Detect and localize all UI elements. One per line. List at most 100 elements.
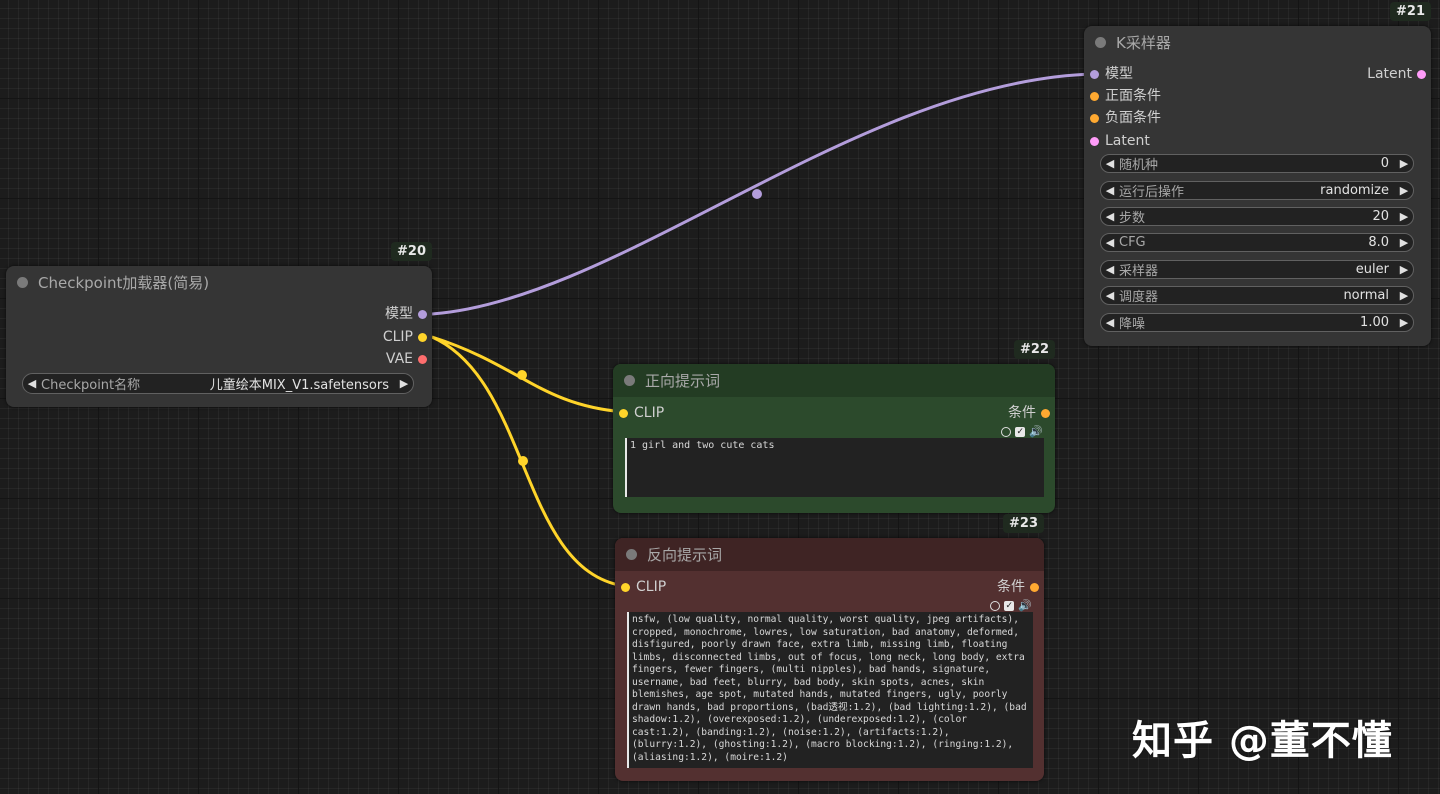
- link-clip-negative: [431, 335, 625, 588]
- denoise-number-widget[interactable]: ◀ 降噪 1.00 ▶: [1100, 313, 1414, 332]
- collapse-dot-icon[interactable]: [624, 375, 635, 386]
- widget-label: 运行后操作: [1119, 185, 1185, 200]
- positive-prompt-node[interactable]: #22 正向提示词 CLIP 条件 ✓ 🔊 1 girl and two cut…: [613, 340, 1055, 513]
- widget-label: 采样器: [1119, 264, 1159, 279]
- negative-prompt-node[interactable]: #23 反向提示词 CLIP 条件 ✓ 🔊 nsfw, (low quality…: [615, 514, 1044, 781]
- output-slot-conditioning[interactable]: 条件: [997, 579, 1044, 595]
- output-slot-conditioning[interactable]: 条件: [1008, 405, 1055, 421]
- input-slot-model[interactable]: 模型: [1084, 66, 1133, 82]
- arrow-left-icon[interactable]: ◀: [1101, 263, 1119, 276]
- node-title-bar[interactable]: Checkpoint加载器(简易): [6, 266, 432, 298]
- input-slot-positive[interactable]: 正面条件: [1084, 88, 1161, 104]
- input-slot-negative[interactable]: 负面条件: [1084, 110, 1161, 126]
- decrement-arrow-icon[interactable]: ◀: [1101, 210, 1119, 223]
- conditioning-slot-dot-icon[interactable]: [1090, 92, 1099, 101]
- speaker-icon[interactable]: 🔊: [1018, 599, 1032, 612]
- decrement-arrow-icon[interactable]: ◀: [1101, 316, 1119, 329]
- model-slot-dot-icon[interactable]: [418, 310, 427, 319]
- negative-prompt-textarea[interactable]: nsfw, (low quality, normal quality, wors…: [627, 612, 1033, 768]
- text-widget-controls: ✓ 🔊: [1001, 425, 1043, 438]
- slot-label: 模型: [1105, 66, 1133, 82]
- checkbox-icon[interactable]: ✓: [1004, 600, 1015, 611]
- sampler-combo[interactable]: ◀ 采样器 euler ▶: [1100, 260, 1414, 279]
- conditioning-slot-dot-icon[interactable]: [1030, 583, 1039, 592]
- increment-arrow-icon[interactable]: ▶: [1395, 236, 1413, 249]
- node-title-bar[interactable]: 反向提示词: [615, 538, 1044, 571]
- slot-label: 模型: [385, 306, 413, 322]
- collapse-dot-icon[interactable]: [17, 276, 28, 288]
- input-slot-latent[interactable]: Latent: [1084, 133, 1150, 149]
- link-clip-positive: [431, 335, 625, 414]
- control-after-generate-combo[interactable]: ◀ 运行后操作 randomize ▶: [1100, 181, 1414, 200]
- node-title: Checkpoint加载器(简易): [38, 273, 210, 292]
- checkpoint-loader-node[interactable]: #20 Checkpoint加载器(简易) 模型 CLIP VAE ◀ Chec…: [6, 242, 432, 407]
- latent-slot-dot-icon[interactable]: [1417, 70, 1426, 79]
- widget-value: normal: [1343, 288, 1389, 303]
- decrement-arrow-icon[interactable]: ◀: [1101, 157, 1119, 170]
- widget-value: randomize: [1320, 183, 1389, 198]
- widget-label: 步数: [1119, 211, 1146, 226]
- link-clip-negative-midpoint: [518, 456, 528, 466]
- node-id-badge: #23: [1003, 514, 1044, 533]
- seed-number-widget[interactable]: ◀ 随机种 0 ▶: [1100, 154, 1414, 173]
- node-title: 正向提示词: [645, 372, 721, 390]
- text-widget-controls: ✓ 🔊: [990, 599, 1032, 612]
- widget-value: 1.00: [1360, 315, 1389, 330]
- clip-slot-dot-icon[interactable]: [619, 409, 628, 418]
- slot-label: CLIP: [634, 405, 665, 421]
- widget-label: 降噪: [1119, 317, 1146, 332]
- output-slot-model[interactable]: 模型: [385, 306, 432, 322]
- circle-toggle-icon[interactable]: [1001, 426, 1012, 437]
- node-title-bar[interactable]: 正向提示词: [613, 364, 1055, 397]
- arrow-left-icon[interactable]: ◀: [23, 377, 41, 390]
- arrow-right-icon[interactable]: ▶: [1395, 289, 1413, 302]
- steps-number-widget[interactable]: ◀ 步数 20 ▶: [1100, 207, 1414, 226]
- increment-arrow-icon[interactable]: ▶: [1395, 157, 1413, 170]
- input-slot-clip[interactable]: CLIP: [615, 579, 666, 595]
- output-slot-clip[interactable]: CLIP: [383, 329, 432, 345]
- scheduler-combo[interactable]: ◀ 调度器 normal ▶: [1100, 286, 1414, 305]
- widget-label: 随机种: [1119, 158, 1159, 173]
- widget-label: Checkpoint名称: [41, 378, 141, 393]
- checkpoint-name-combo[interactable]: ◀ Checkpoint名称 儿童绘本MIX_V1.safetensors ▶: [22, 373, 414, 394]
- increment-arrow-icon[interactable]: ▶: [1395, 210, 1413, 223]
- increment-arrow-icon[interactable]: ▶: [1395, 316, 1413, 329]
- collapse-dot-icon[interactable]: [1095, 36, 1106, 48]
- arrow-right-icon[interactable]: ▶: [1395, 184, 1413, 197]
- widget-value: euler: [1355, 262, 1389, 277]
- checkbox-icon[interactable]: ✓: [1015, 426, 1026, 437]
- widget-label: 调度器: [1119, 290, 1159, 305]
- widget-value: 0: [1380, 156, 1389, 171]
- conditioning-slot-dot-icon[interactable]: [1090, 114, 1099, 123]
- slot-label: CLIP: [382, 329, 413, 345]
- circle-toggle-icon[interactable]: [990, 600, 1001, 611]
- clip-slot-dot-icon[interactable]: [621, 583, 630, 592]
- slot-label: 负面条件: [1105, 110, 1161, 126]
- node-title-bar[interactable]: K采样器: [1084, 26, 1431, 58]
- output-slot-latent[interactable]: Latent: [1367, 66, 1431, 82]
- slot-label: 正面条件: [1105, 88, 1161, 104]
- widget-value: 儿童绘本MIX_V1.safetensors: [209, 378, 389, 393]
- ksampler-node[interactable]: #21 K采样器 模型 正面条件 负面条件 Latent Latent ◀ 随机…: [1084, 2, 1431, 346]
- conditioning-slot-dot-icon[interactable]: [1041, 409, 1050, 418]
- output-slot-vae[interactable]: VAE: [386, 351, 432, 367]
- arrow-left-icon[interactable]: ◀: [1101, 289, 1119, 302]
- latent-slot-dot-icon[interactable]: [1090, 137, 1099, 146]
- slot-label: 条件: [997, 579, 1025, 595]
- clip-slot-dot-icon[interactable]: [418, 333, 427, 342]
- cfg-number-widget[interactable]: ◀ CFG 8.0 ▶: [1100, 233, 1414, 252]
- arrow-left-icon[interactable]: ◀: [1101, 184, 1119, 197]
- collapse-dot-icon[interactable]: [626, 549, 637, 560]
- arrow-right-icon[interactable]: ▶: [395, 377, 413, 390]
- vae-slot-dot-icon[interactable]: [418, 355, 427, 364]
- watermark: 知乎 @董不懂: [1132, 718, 1393, 764]
- positive-prompt-textarea[interactable]: 1 girl and two cute cats: [625, 438, 1044, 497]
- decrement-arrow-icon[interactable]: ◀: [1101, 236, 1119, 249]
- input-slot-clip[interactable]: CLIP: [613, 405, 664, 421]
- slot-label: 条件: [1008, 405, 1036, 421]
- arrow-right-icon[interactable]: ▶: [1395, 263, 1413, 276]
- model-slot-dot-icon[interactable]: [1090, 70, 1099, 79]
- slot-label: Latent: [1105, 133, 1150, 149]
- link-model-midpoint: [752, 189, 762, 199]
- speaker-icon[interactable]: 🔊: [1029, 425, 1043, 438]
